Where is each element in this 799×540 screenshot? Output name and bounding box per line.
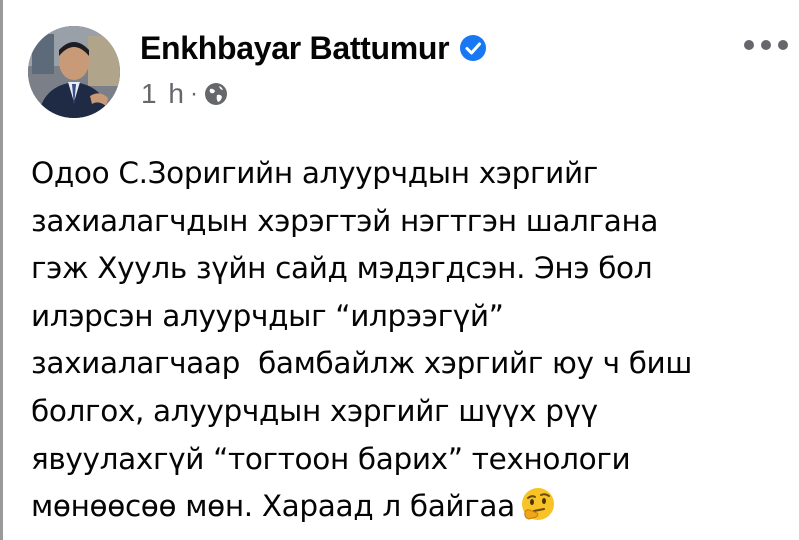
post-line: Одоо С.Зоригийн алуурчдын хэргийг xyxy=(31,156,598,190)
thinking-face-icon xyxy=(521,488,554,521)
post-last-line: мөнөөсөө мөн. Хараад л байгаа xyxy=(31,483,791,531)
post-line: явуулахгүй “тогтоон барих” технологи xyxy=(31,441,631,476)
author-name[interactable]: Enkhbayar Battumur xyxy=(140,30,450,67)
author-row: Enkhbayar Battumur xyxy=(140,28,487,68)
more-dot xyxy=(744,40,754,50)
post-line: илэрсэн алуурчдыг “илрээгүй” xyxy=(31,298,504,333)
post-line: захиалагчаар бамбайлж хэргийг юу ч биш xyxy=(31,346,693,381)
post-meta: 1 h · xyxy=(141,78,228,110)
post-line: мөнөөсөө мөн. Хараад л байгаа xyxy=(31,489,515,524)
more-options-icon[interactable] xyxy=(744,36,788,54)
more-dot xyxy=(778,40,788,50)
meta-separator: · xyxy=(189,80,198,107)
post-line: гэж Хууль зүйн сайд мэдэгдсэн. Энэ бол xyxy=(31,251,653,286)
avatar-photo xyxy=(28,26,120,118)
post-text: Одоо С.Зоригийн алуурчдын хэргийг захиал… xyxy=(31,150,791,531)
avatar[interactable] xyxy=(28,26,120,118)
globe-icon[interactable] xyxy=(204,82,228,106)
left-edge-border xyxy=(0,0,3,540)
post-line: болгох, алуурчдын хэргийг шүүх рүү xyxy=(31,393,598,428)
verified-badge-icon xyxy=(460,35,487,61)
more-dot xyxy=(761,40,771,50)
post-line: захиалагчдын хэрэгтэй нэгтгэн шалгана xyxy=(31,203,659,238)
post-timestamp[interactable]: 1 h xyxy=(141,78,186,110)
